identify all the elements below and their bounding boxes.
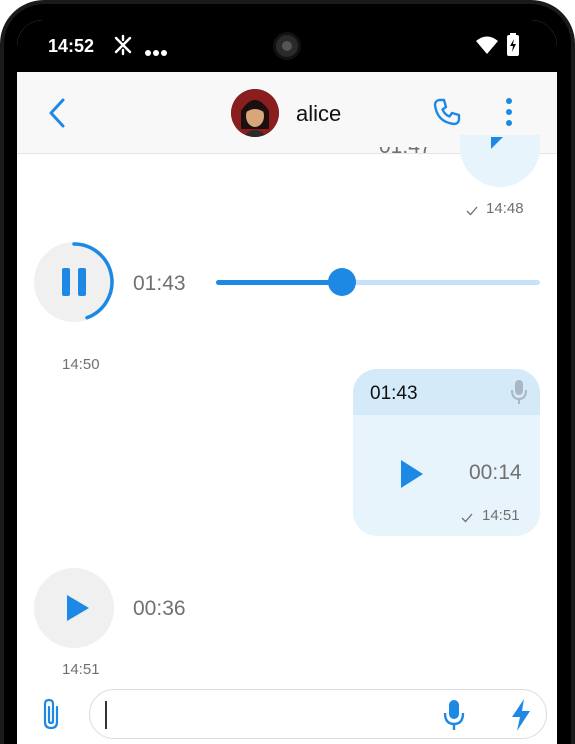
message-input[interactable] <box>89 689 547 739</box>
notification-icon <box>112 34 134 61</box>
read-check-icon <box>461 510 473 528</box>
message-timestamp: 14:51 <box>482 507 520 524</box>
play-icon <box>488 137 506 156</box>
microphone-icon[interactable] <box>442 699 466 736</box>
contact-name: alice <box>296 101 342 126</box>
pause-button[interactable] <box>34 242 114 322</box>
partial-duration: 01:47 <box>379 147 429 161</box>
screen: 14:52 alice 14:48 01:43 14:50 01:43 00:1… <box>17 20 557 744</box>
phone-call-icon[interactable] <box>432 97 462 132</box>
message-timestamp: 14:48 <box>486 200 524 217</box>
play-icon[interactable] <box>399 459 425 494</box>
sent-voice-bubble-partial[interactable] <box>460 135 540 187</box>
more-vertical-icon[interactable] <box>505 97 513 132</box>
wifi-icon <box>475 35 499 60</box>
attach-paperclip-icon[interactable] <box>38 697 64 736</box>
pause-icon <box>62 268 70 296</box>
avatar[interactable] <box>231 89 279 137</box>
voice-duration: 00:36 <box>133 597 186 620</box>
message-timestamp: 14:50 <box>62 356 100 373</box>
battery-icon <box>506 33 520 62</box>
composer <box>17 685 557 744</box>
camera-cutout <box>273 32 301 60</box>
microphone-icon <box>510 379 528 410</box>
quoted-duration: 01:43 <box>370 383 418 404</box>
playback-slider-thumb[interactable] <box>328 268 357 296</box>
device-frame: 14:52 alice 14:48 01:43 14:50 01:43 00:1… <box>0 0 575 744</box>
status-bar: 14:52 <box>17 20 557 72</box>
lightning-bolt-icon[interactable] <box>510 699 532 736</box>
quoted-message[interactable]: 01:43 <box>353 369 540 415</box>
message-list[interactable]: 01:47 14:48 01:43 14:50 <box>17 135 557 685</box>
text-caret <box>105 701 107 729</box>
more-notifications-icon <box>145 44 167 62</box>
voice-duration: 00:14 <box>469 461 522 484</box>
status-time: 14:52 <box>48 36 95 56</box>
play-button[interactable] <box>34 568 114 648</box>
sent-voice-bubble[interactable]: 01:43 00:14 14:51 <box>353 369 540 536</box>
voice-duration: 01:43 <box>133 272 186 295</box>
back-arrow-icon[interactable] <box>45 97 73 129</box>
message-timestamp: 14:51 <box>62 661 100 678</box>
read-check-icon <box>466 203 478 221</box>
playback-slider-progress <box>216 280 343 285</box>
play-icon <box>67 595 89 621</box>
